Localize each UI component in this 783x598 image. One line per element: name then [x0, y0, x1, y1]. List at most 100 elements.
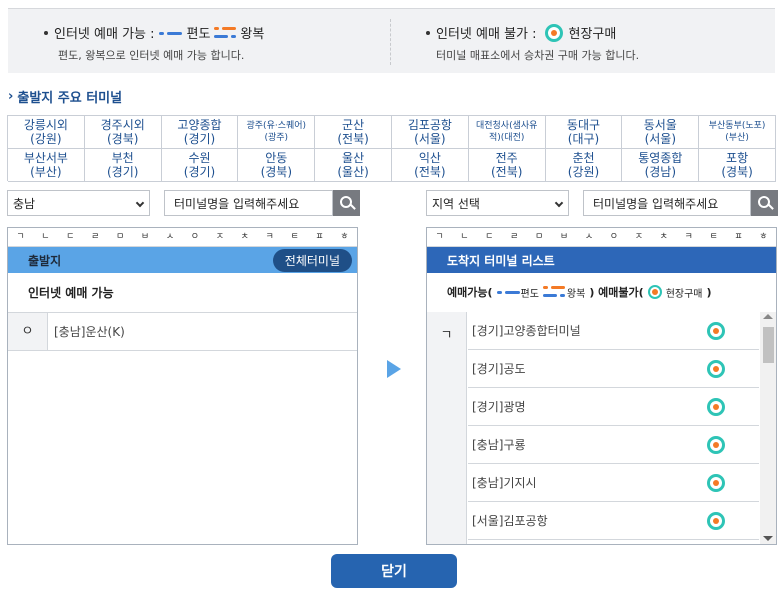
- arrival-terminal-row[interactable]: [경기]공도: [468, 350, 759, 388]
- consonant-filter-item[interactable]: ㅊ: [232, 228, 257, 246]
- major-terminal-name: 강릉시외: [23, 118, 68, 132]
- major-terminal-item[interactable]: 부산서부 (부산): [8, 149, 85, 182]
- consonant-filter-item[interactable]: ㄹ: [83, 228, 108, 246]
- arrival-terminal-name: [서울]김포공항: [472, 514, 548, 528]
- major-terminal-item[interactable]: 고양종합 (경기): [161, 116, 239, 149]
- major-terminal-item[interactable]: 포항 (경북): [699, 149, 776, 182]
- major-terminals-title: › 출발지 주요 터미널: [8, 87, 122, 106]
- scrollbar-thumb[interactable]: [763, 327, 774, 363]
- major-terminal-region: (경북): [106, 132, 139, 146]
- consonant-filter-item[interactable]: ㅋ: [676, 228, 701, 246]
- consonant-filter-item[interactable]: ㅅ: [577, 228, 602, 246]
- major-terminal-item[interactable]: 경주시외 (경북): [84, 116, 162, 149]
- arrival-terminal-row[interactable]: [경기]고양종합터미널: [468, 312, 759, 350]
- consonant-filter-item[interactable]: ㅋ: [257, 228, 282, 246]
- major-terminal-name: 전주: [495, 151, 518, 165]
- major-terminal-region: (부산): [30, 165, 62, 179]
- major-terminal-item[interactable]: 울산 (울산): [315, 149, 392, 182]
- scrollbar[interactable]: [760, 312, 776, 544]
- consonant-filter-item[interactable]: ㅇ: [182, 228, 207, 246]
- major-terminal-item[interactable]: 강릉시외 (강원): [8, 116, 85, 149]
- major-terminal-name: 포항: [726, 151, 749, 165]
- onsite-purchase-icon: [544, 23, 563, 42]
- bullet-icon: [426, 30, 430, 35]
- arrival-terminal-row[interactable]: [경기]광명: [468, 388, 759, 426]
- arrow-right-icon: [387, 360, 401, 378]
- consonant-filter-item[interactable]: ㅇ: [601, 228, 626, 246]
- close-button[interactable]: 닫기: [331, 554, 457, 588]
- consonant-filter-item[interactable]: ㅁ: [108, 228, 133, 246]
- major-terminals-grid: 강릉시외 (강원) 경주시외 (경북) 고양종합 (경기) 광주(유·스퀘어) (광주) 군산(…: [7, 115, 776, 182]
- major-terminal-item[interactable]: 익산 (전북): [392, 149, 469, 182]
- consonant-filter-item[interactable]: ㅌ: [701, 228, 726, 246]
- arrival-terminal-name: [경기]광명: [472, 400, 526, 414]
- onsite-purchase-icon: [707, 435, 725, 454]
- chevron-down-icon: [135, 198, 145, 208]
- consonant-filter-item[interactable]: ㄹ: [502, 228, 527, 246]
- scroll-up-icon[interactable]: [763, 314, 773, 319]
- arrival-terminal-row[interactable]: [충남]기지시: [468, 464, 759, 502]
- consonant-filter-item[interactable]: ㄷ: [477, 228, 502, 246]
- major-terminal-item[interactable]: 김포공항 (서울): [392, 116, 469, 149]
- major-terminal-item[interactable]: 부산동부(노포) (부산): [699, 116, 776, 149]
- consonant-filter-item[interactable]: ㅅ: [158, 228, 183, 246]
- major-terminal-item[interactable]: 동서울 (서울): [622, 116, 700, 149]
- major-terminal-item[interactable]: 통영종합 (경남): [622, 149, 700, 182]
- all-terminals-button[interactable]: 전체터미널: [272, 248, 352, 272]
- major-terminal-name: 수원: [188, 151, 211, 165]
- consonant-filter-item[interactable]: ㄴ: [452, 228, 477, 246]
- major-terminal-item[interactable]: 광주(유·스퀘어) (광주): [238, 116, 316, 149]
- major-terminal-item[interactable]: 수원 (경기): [161, 149, 239, 182]
- arrival-region-select[interactable]: 지역 선택: [426, 190, 569, 216]
- major-terminal-item[interactable]: 전주 (전북): [468, 149, 546, 182]
- major-terminal-region: (광주): [264, 133, 289, 143]
- consonant-filter-item[interactable]: ㄴ: [33, 228, 58, 246]
- consonant-filter-item[interactable]: ㅈ: [207, 228, 232, 246]
- major-terminal-item[interactable]: 춘천 (강원): [545, 149, 623, 182]
- scroll-down-icon[interactable]: [763, 536, 773, 541]
- consonant-filter-item[interactable]: ㅎ: [751, 228, 776, 246]
- consonant-filter-item[interactable]: ㅍ: [726, 228, 751, 246]
- departure-search-input[interactable]: 터미널명을 입력해주세요: [164, 190, 333, 216]
- onsite-purchase-icon: [707, 321, 725, 340]
- arrival-legend-oneway: 편도: [520, 288, 539, 300]
- major-terminal-name: 광주(유·스퀘어): [246, 121, 307, 131]
- consonant-filter-item[interactable]: ㅌ: [282, 228, 307, 246]
- major-terminal-item[interactable]: 군산 (전북): [315, 116, 392, 149]
- major-terminal-item[interactable]: 안동 (경북): [238, 149, 316, 182]
- departure-search-button[interactable]: [333, 190, 360, 216]
- consonant-filter-item[interactable]: ㅍ: [307, 228, 332, 246]
- major-terminal-item[interactable]: 부천 (경기): [84, 149, 162, 182]
- arrival-search-button[interactable]: [751, 190, 778, 216]
- legend-roundtrip-label: 왕복: [240, 27, 265, 42]
- consonant-filter-item[interactable]: ㄱ: [8, 228, 33, 246]
- departure-header-title: 출발지: [28, 253, 62, 268]
- chevron-down-icon: [554, 198, 564, 208]
- major-terminal-item[interactable]: 대전청사(샘사유 적)(대전): [468, 116, 546, 149]
- departure-search-placeholder: 터미널명을 입력해주세요: [174, 196, 300, 211]
- arrival-header-title: 도착지 터미널 리스트: [447, 253, 555, 268]
- arrival-legend-round: 왕복: [566, 288, 586, 300]
- consonant-filter-item[interactable]: ㄷ: [58, 228, 83, 246]
- arrival-terminal-row[interactable]: [충남]구룡: [468, 426, 759, 464]
- departure-terminal-row[interactable]: ㅇ [충남]운산(K): [8, 313, 357, 351]
- arrival-region-value: 지역 선택: [432, 196, 480, 211]
- consonant-filter-item[interactable]: ㅊ: [651, 228, 676, 246]
- consonant-filter-item[interactable]: ㄱ: [427, 228, 452, 246]
- major-terminal-region: (서울): [644, 132, 677, 146]
- consonant-filter-item[interactable]: ㅂ: [133, 228, 158, 246]
- major-terminal-name: 안동: [265, 151, 288, 165]
- consonant-filter-item[interactable]: ㅂ: [552, 228, 577, 246]
- major-terminal-region: (경북): [260, 165, 293, 179]
- arrival-panel: ㄱㄴㄷㄹㅁㅂㅅㅇㅈㅊㅋㅌㅍㅎ 도착지 터미널 리스트 예매가능( 편도 왕복 )…: [426, 227, 777, 545]
- consonant-filter-item[interactable]: ㅈ: [626, 228, 651, 246]
- arrival-terminal-name: [경기]공도: [472, 362, 526, 376]
- arrival-panel-header: 도착지 터미널 리스트: [427, 247, 776, 273]
- legend-onsite-label: 현장구매: [568, 27, 617, 42]
- consonant-filter-item[interactable]: ㅎ: [332, 228, 357, 246]
- arrival-terminal-row[interactable]: [서울]김포공항: [468, 502, 759, 540]
- major-terminal-item[interactable]: 동대구 (대구): [545, 116, 623, 149]
- arrival-search-input[interactable]: 터미널명을 입력해주세요: [583, 190, 751, 216]
- consonant-filter-item[interactable]: ㅁ: [527, 228, 552, 246]
- departure-region-select[interactable]: 충남: [7, 190, 150, 216]
